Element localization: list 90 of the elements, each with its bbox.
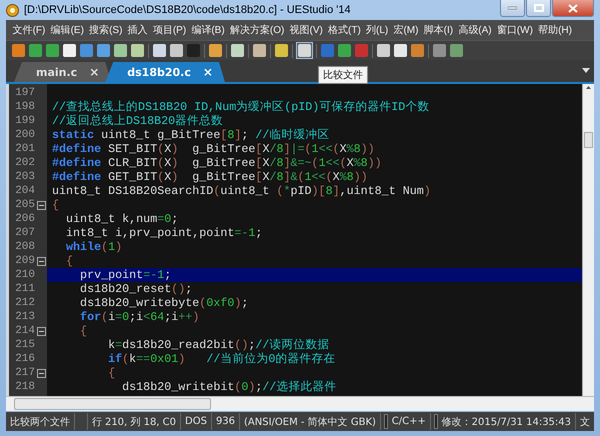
line-number: 206: [14, 213, 35, 225]
line-number: 202: [14, 157, 35, 169]
line-number: 215: [14, 339, 35, 351]
menu-item[interactable]: 编辑(E): [48, 21, 86, 39]
collapse-icon[interactable]: [37, 200, 46, 210]
menu-item[interactable]: 插入: [125, 21, 150, 39]
menu-item[interactable]: 文件(F): [10, 21, 48, 39]
menu-item[interactable]: 视图(V): [286, 21, 326, 39]
close-button[interactable]: [552, 0, 594, 17]
code-line: ds18b20_writebyte(0xf0);: [79, 296, 250, 310]
line-number: 214: [14, 325, 35, 337]
collapse-icon[interactable]: [37, 256, 46, 266]
code-line: int8_t i,prv_point,point=-1;: [65, 226, 264, 240]
menu-item[interactable]: 帮助(H): [536, 21, 575, 39]
code-line: {: [51, 198, 60, 212]
menu-item[interactable]: 高级(A): [456, 21, 494, 39]
maximize-icon: [534, 4, 544, 12]
code-line: while(1): [65, 240, 124, 254]
menu-item[interactable]: 格式(T): [325, 21, 364, 39]
menu-item[interactable]: 脚本(I): [421, 21, 456, 39]
dropdown-button[interactable]: [384, 414, 388, 429]
line-number: 199: [14, 115, 35, 127]
app-icon: [6, 4, 19, 16]
code-line: {: [79, 324, 88, 338]
code-line: k=ds18b20_read2bit();//读两位数据: [107, 338, 330, 352]
code-line: //返回总线上DS18B20器件总数: [51, 114, 224, 128]
code-line: {: [107, 366, 116, 380]
code-line: ds18b20_reset();: [79, 282, 194, 296]
line-number: 210: [14, 269, 35, 281]
code-line: for(i=0;i<64;i++): [79, 310, 200, 324]
line-number: 207: [14, 227, 35, 239]
close-icon: [568, 4, 578, 12]
line-number: 204: [14, 185, 35, 197]
code-line: uint8_t k,num=0;: [65, 212, 180, 226]
menu-item[interactable]: 搜索(S): [86, 21, 126, 39]
language[interactable]: C/C++: [388, 413, 431, 430]
compare-button[interactable]: [297, 43, 312, 58]
horizontal-scrollbar[interactable]: [6, 396, 594, 411]
line-number: 209: [14, 255, 35, 267]
line-number: 218: [14, 381, 35, 393]
menu-item[interactable]: 编译(B): [188, 21, 228, 39]
code-line: #define SET_BIT(X) g_BitTree[X/8]|=(1<<(X%8)): [51, 142, 376, 156]
line-ending[interactable]: DOS: [181, 413, 212, 430]
menu-item[interactable]: 宏(M): [390, 21, 422, 39]
dropdown-icon[interactable]: [582, 68, 590, 74]
line-number: 212: [14, 297, 35, 309]
cursor-position: 行 210, 列 18, C0: [88, 413, 182, 430]
tooltip: 比较文件: [318, 66, 368, 84]
line-number: 208: [14, 241, 35, 253]
close-tab-button[interactable]: ×: [202, 65, 213, 79]
line-number: 205: [14, 199, 35, 211]
file-tab[interactable]: main.c ×: [14, 62, 112, 82]
line-number: 213: [14, 311, 35, 323]
encoding[interactable]: (ANSI/OEM - 简体中文 GBK): [240, 413, 381, 430]
menu-item[interactable]: 窗口(W): [494, 21, 536, 39]
line-number: 201: [14, 143, 35, 155]
code-line: ds18b20_writebit(0);//选择此器件: [121, 380, 338, 394]
line-number: 197: [14, 87, 35, 99]
code-line: #define GET_BIT(X) g_BitTree[X/8]&(1<<(X%8)): [51, 170, 369, 184]
file-tab[interactable]: ds18b20.c ×: [105, 62, 225, 82]
status-message: 比较两个文件: [6, 413, 75, 430]
line-number: 203: [14, 171, 35, 183]
dropdown-button[interactable]: [434, 414, 438, 429]
code-line: {: [65, 254, 74, 268]
collapse-icon[interactable]: [37, 326, 46, 336]
line-number: 211: [14, 283, 35, 295]
line-number: 217: [14, 367, 35, 379]
minimize-icon: [508, 6, 517, 10]
close-tab-button[interactable]: ×: [89, 65, 100, 79]
code-line: if(k==0x01) //当前位为0的器件存在: [107, 352, 336, 366]
codepage: 936: [212, 413, 240, 430]
line-number: 200: [14, 129, 35, 141]
maximize-button[interactable]: [526, 0, 551, 17]
collapse-icon[interactable]: [37, 368, 46, 378]
modified-time: 修改：2015/7/31 14:35:43: [438, 413, 576, 430]
window-title: [D:\DRVLib\SourceCode\DS18B20\code\ds18b20.c] - UEStudio '14: [24, 4, 351, 16]
line-number: 216: [14, 353, 35, 365]
scroll-up-icon[interactable]: [584, 84, 593, 92]
code-line: static uint8_t g_BitTree[8]; //临时缓冲区: [51, 128, 330, 142]
vertical-scrollbar[interactable]: [582, 84, 594, 396]
minimize-button[interactable]: [500, 0, 525, 17]
code-line: #define CLR_BIT(X) g_BitTree[X/8]&=~(1<<(X%8)): [51, 156, 383, 170]
menu-item[interactable]: 列(L): [363, 21, 391, 39]
line-number: 198: [14, 101, 35, 113]
menu-item[interactable]: 解决方案(O): [227, 21, 287, 39]
code-line: //查找总线上的DS18B20 ID,Num为缓冲区(pID)可保存的器件ID个数: [51, 100, 430, 114]
code-line: uint8_t DS18B20SearchID(uint8_t (*pID)[8],uint8_t Num): [51, 184, 432, 198]
menu-item[interactable]: 项目(P): [150, 21, 189, 39]
scroll-thumb[interactable]: [584, 132, 593, 148]
input-method[interactable]: 文: [576, 413, 594, 430]
